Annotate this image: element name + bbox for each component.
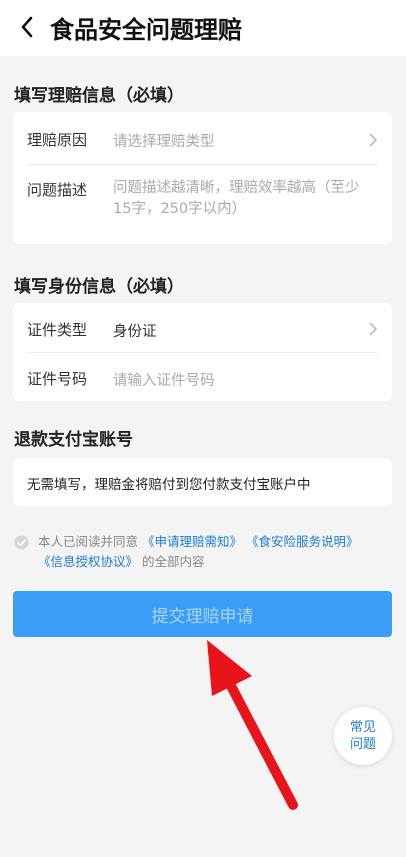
back-button[interactable] bbox=[14, 14, 40, 40]
problem-description-label: 问题描述 bbox=[27, 181, 88, 199]
problem-description-row[interactable]: 问题描述 问题描述越清晰，理赔效率越高（至少 15字，250字以内） bbox=[13, 165, 392, 244]
problem-description-placeholder-line2: 15字，250字以内） bbox=[113, 201, 247, 217]
agreement-prefix: 本人已阅读并同意 bbox=[38, 534, 139, 549]
agreement-line-1: 本人已阅读并同意 《申请理赔需知》 《食安险服务说明》 bbox=[38, 532, 359, 552]
agreement-line-2: 《信息授权协议》 的全部内容 bbox=[38, 552, 205, 572]
problem-description-input[interactable]: 问题描述越清晰，理赔效率越高（至少 15字，250字以内） bbox=[113, 178, 379, 220]
claim-info-section-title: 填写理赔信息（必填） bbox=[14, 86, 184, 106]
faq-label-line1: 常见 bbox=[349, 720, 376, 735]
claim-reason-row[interactable]: 理赔原因 请选择理赔类型 bbox=[13, 112, 392, 164]
faq-button[interactable]: 常见 问题 bbox=[334, 707, 392, 765]
refund-account-section-title: 退款支付宝账号 bbox=[14, 430, 133, 450]
id-number-label: 证件号码 bbox=[27, 370, 88, 388]
info-authorization-link[interactable]: 《信息授权协议》 bbox=[38, 554, 138, 569]
agreement-suffix: 的全部内容 bbox=[142, 554, 205, 569]
id-type-value: 身份证 bbox=[113, 324, 157, 340]
chevron-right-icon bbox=[369, 133, 378, 147]
page-title: 食品安全问题理赔 bbox=[50, 16, 242, 44]
refund-notice-text: 无需填写，理赔金将赔付到您付款支付宝账户中 bbox=[27, 477, 311, 493]
identity-info-section-title: 填写身份信息（必填） bbox=[14, 277, 184, 297]
food-safety-insurance-link[interactable]: 《食安险服务说明》 bbox=[246, 534, 359, 549]
id-number-input[interactable]: 请输入证件号码 bbox=[113, 369, 215, 390]
faq-label-line2: 问题 bbox=[349, 737, 376, 752]
submit-claim-button[interactable]: 提交理赔申请 bbox=[13, 591, 392, 637]
id-number-row[interactable]: 证件号码 请输入证件号码 bbox=[13, 353, 392, 401]
id-type-row[interactable]: 证件类型 身份证 bbox=[13, 303, 392, 352]
watermark bbox=[290, 808, 400, 848]
chevron-right-icon bbox=[369, 322, 378, 336]
identity-info-card: 证件类型 身份证 证件号码 请输入证件号码 bbox=[13, 303, 392, 401]
claim-info-card: 理赔原因 请选择理赔类型 问题描述 问题描述越清晰，理赔效率越高（至少 15字，… bbox=[13, 112, 392, 244]
back-arrow-icon bbox=[21, 16, 33, 38]
claim-reason-placeholder: 请选择理赔类型 bbox=[113, 134, 215, 150]
claim-notice-link[interactable]: 《申请理赔需知》 bbox=[142, 534, 242, 549]
claim-reason-label: 理赔原因 bbox=[27, 131, 88, 149]
top-nav-bar: 食品安全问题理赔 bbox=[0, 0, 406, 56]
id-type-label: 证件类型 bbox=[27, 321, 88, 339]
problem-description-placeholder-line1: 问题描述越清晰，理赔效率越高（至少 bbox=[113, 180, 360, 196]
refund-account-card: 无需填写，理赔金将赔付到您付款支付宝账户中 bbox=[13, 458, 392, 506]
check-circle-icon[interactable] bbox=[14, 535, 29, 550]
